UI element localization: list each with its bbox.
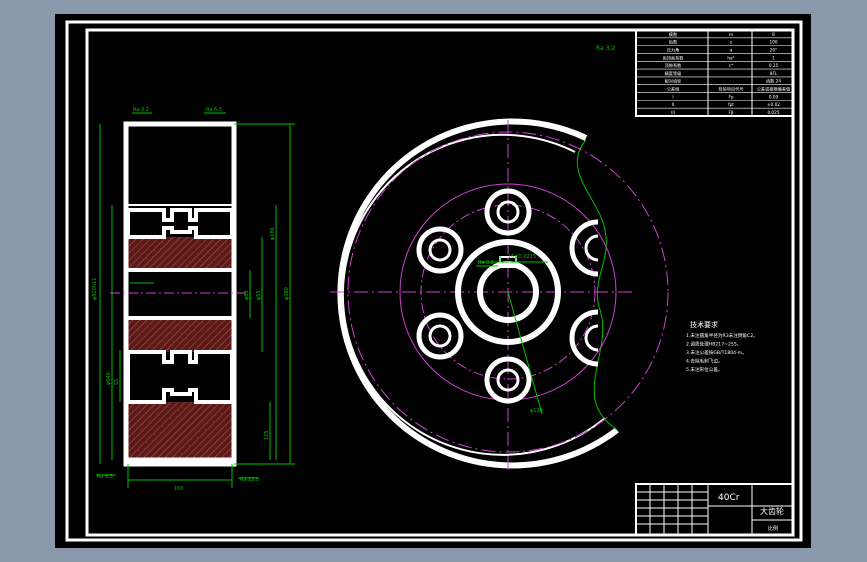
param-cell: 公差或极限偏差值 (757, 86, 791, 93)
dim-right-4: φ83 (244, 290, 250, 300)
param-cell: 模数 (669, 31, 678, 38)
hatch-upper-web (128, 237, 232, 269)
gear-drawing: Ra 3.2 Ra 6.3 φ820h11 φ640 φ380 φ186 φ55… (0, 0, 867, 562)
param-cell: 齿数 24 (766, 78, 781, 85)
dim-bottom-left: Ra 6.3 (97, 474, 113, 480)
dim-top-left: Ra 3.2 (133, 107, 149, 113)
dim-low-right: 125 (264, 430, 270, 440)
dim-top-right: Ra 6.3 (206, 107, 222, 113)
tech-req-item: 4.去除毛刺飞边。 (686, 358, 723, 365)
tech-req-heading: 技术要求 (690, 320, 718, 329)
drawing-title: 大齿轮 (760, 506, 784, 516)
hatch-rim-bottom (128, 402, 232, 459)
dim-keyway-left: Ra 3.2 (478, 260, 494, 266)
dim-bottom-width: 160 (174, 486, 184, 492)
dim-low-left: 55 (114, 379, 120, 385)
material-label: 40Cr (718, 493, 740, 503)
param-cell: 齿顶高系数 (663, 54, 685, 61)
param-cell: 配对齿轮 (665, 78, 683, 85)
param-cell: 1 (772, 55, 775, 60)
param-cell: 精度等级 (665, 70, 683, 77)
param-cell: 20° (770, 47, 777, 52)
param-cell: ±0.02 (767, 102, 780, 107)
param-cell: 0.25 (769, 63, 779, 68)
param-cell: Fp (728, 94, 733, 99)
param-cell: 齿数 (669, 39, 678, 46)
param-cell: III (671, 110, 675, 115)
param-cell: I (672, 94, 673, 99)
tech-req-item: 3.未注公差按GB/T1804-m。 (686, 349, 747, 356)
title-sub: 比例 (768, 525, 778, 532)
tech-req-item: 2.调质处理HB217~255。 (686, 341, 741, 348)
param-cell: 8 (772, 32, 775, 37)
param-cell: m (729, 32, 733, 37)
cad-viewport: Ra 3.2 Ra 6.3 φ820h11 φ640 φ380 φ186 φ55… (0, 0, 867, 562)
tech-req-item: 5.未注形位公差。 (686, 366, 723, 373)
dim-left-overall: φ820h11 (92, 278, 98, 300)
dim-mid-left: φ640 (106, 372, 112, 385)
dim-right-1: φ380 (284, 287, 290, 300)
param-cell: 8FL (770, 71, 778, 76)
hatch-lower-web (128, 318, 232, 352)
param-cell: 顶隙系数 (665, 62, 683, 69)
param-cell: Fβ (728, 110, 733, 115)
param-cell: 0.09 (769, 94, 779, 99)
param-cell: 检验项目代号 (718, 86, 743, 93)
dim-right-2: φ186 (270, 227, 276, 240)
param-cell: 公差组 (667, 86, 680, 92)
dim-keyway: 16±0.0215 (508, 254, 536, 260)
param-cell: ha* (727, 55, 734, 60)
param-cell: c* (729, 63, 733, 68)
param-cell: II (672, 102, 674, 107)
dim-bottom-right: Ra 12.5 (240, 477, 259, 483)
param-cell: 压力角 (667, 46, 680, 53)
param-cell: 0.025 (768, 110, 780, 115)
dim-hole-circle: φ120 (530, 408, 543, 414)
tech-req-item: 1.未注圆角半径为R3未注倒角C2。 (686, 332, 758, 339)
param-cell: 100 (770, 40, 778, 45)
roughness-mark: Ra 3.2 (596, 45, 615, 52)
param-cell: α (730, 47, 733, 52)
model-space[interactable] (55, 14, 811, 548)
param-cell: fpt (728, 102, 734, 107)
dim-right-3: φ55 (256, 290, 262, 300)
